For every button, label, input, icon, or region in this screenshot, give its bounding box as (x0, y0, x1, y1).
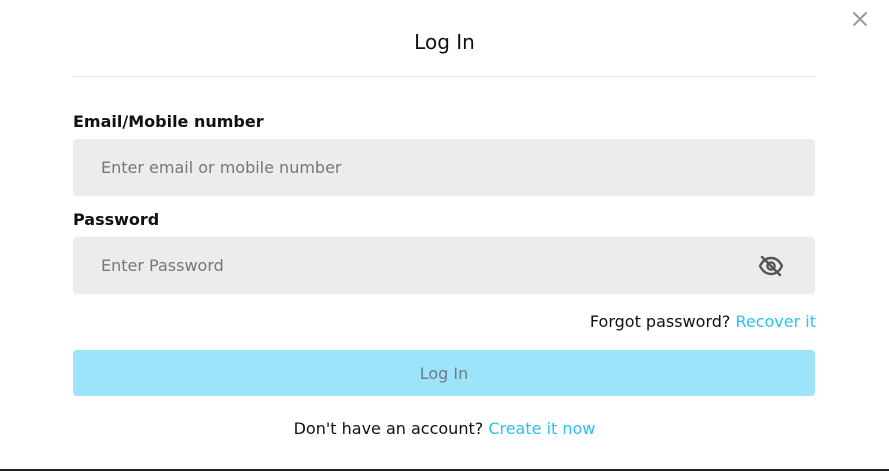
login-button[interactable]: Log In (73, 350, 815, 396)
close-icon (853, 12, 867, 26)
forgot-password-text: Forgot password? (589, 312, 736, 331)
modal-title: Log In (414, 30, 475, 54)
password-visibility-toggle[interactable] (758, 254, 784, 278)
recover-password-link[interactable]: Recover it (735, 312, 816, 331)
password-field-container (73, 237, 815, 294)
password-input[interactable] (73, 237, 815, 294)
email-label: Email/Mobile number (73, 112, 264, 131)
email-field-container (73, 139, 815, 196)
forgot-password-row: Forgot password? Recover it (590, 312, 816, 332)
email-input[interactable] (73, 139, 815, 196)
password-label: Password (73, 210, 160, 229)
login-modal: Log In Email/Mobile number Password Forg… (0, 0, 889, 471)
close-button[interactable] (851, 10, 869, 28)
signup-row: Don't have an account? Create it now (0, 419, 889, 439)
signup-prompt-text: Don't have an account? (293, 419, 489, 438)
create-account-link[interactable]: Create it now (488, 419, 595, 438)
eye-slash-icon (758, 255, 784, 277)
title-divider (73, 76, 816, 77)
